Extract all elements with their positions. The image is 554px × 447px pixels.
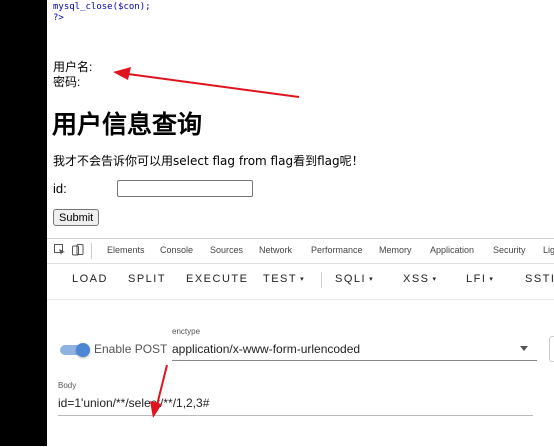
lfi-label: LFI [466, 273, 487, 285]
password-label: 密码: [53, 75, 81, 89]
web-page: mysql_close($con); ?> 用户名: 密码: 用户信息查询 我才… [47, 0, 554, 238]
devtools-panel: Elements Console Sources Network Perform… [47, 238, 554, 447]
body-field[interactable]: id=1'union/**/select/**/1,2,3# [58, 396, 209, 410]
xss-label: XSS [403, 273, 430, 285]
submit-button[interactable]: Submit [53, 209, 100, 226]
lfi-dropdown[interactable]: LFI ▾ [466, 273, 493, 285]
xss-dropdown[interactable]: XSS ▾ [403, 273, 436, 285]
enctype-caption: enctype [172, 327, 201, 336]
tab-network[interactable]: Network [259, 245, 292, 255]
tab-application[interactable]: Application [430, 245, 474, 255]
caret-down-icon: ▾ [489, 276, 493, 283]
devtools-divider [91, 243, 92, 259]
toolbar-divider [321, 272, 322, 288]
left-black-strip [0, 0, 47, 446]
ssti-label: SSTI [525, 273, 554, 285]
sqli-label: SQLI [335, 273, 367, 285]
caret-down-icon: ▾ [300, 276, 304, 283]
php-args: ($con); [112, 2, 151, 12]
dropdown-arrow-icon[interactable] [520, 346, 528, 351]
devtools-tab-bar: Elements Console Sources Network Perform… [47, 239, 554, 264]
toolbar-bottom-border [47, 299, 554, 300]
toggle-knob [76, 343, 90, 357]
id-label: id: [53, 181, 67, 196]
tab-security[interactable]: Security [493, 245, 526, 255]
device-toolbar-icon[interactable] [72, 244, 84, 256]
ssti-dropdown[interactable]: SSTI [525, 273, 554, 285]
side-button[interactable] [549, 336, 554, 362]
tab-performance[interactable]: Performance [311, 245, 363, 255]
body-caption: Body [58, 381, 77, 390]
enable-post-label: Enable POST [94, 342, 168, 356]
test-dropdown[interactable]: TEST ▾ [263, 273, 304, 285]
hackbar-toolbar: LOAD SPLIT EXECUTE TEST ▾ SQLI ▾ XSS ▾ LFI ▾… [47, 264, 554, 294]
caret-down-icon: ▾ [369, 276, 373, 283]
inspect-element-icon[interactable] [54, 244, 66, 256]
enctype-underline [172, 360, 537, 361]
tab-memory[interactable]: Memory [379, 245, 412, 255]
execute-button[interactable]: EXECUTE [186, 273, 248, 285]
id-input[interactable] [117, 180, 253, 197]
enable-post-toggle[interactable] [60, 343, 90, 357]
php-function: mysql_close [53, 2, 113, 12]
tab-sources[interactable]: Sources [210, 245, 243, 255]
tab-elements[interactable]: Elements [107, 245, 145, 255]
body-underline [58, 415, 533, 416]
test-label: TEST [263, 273, 298, 285]
php-code-line: mysql_close($con); [53, 2, 151, 13]
sqli-dropdown[interactable]: SQLI ▾ [335, 273, 373, 285]
caret-down-icon: ▾ [432, 276, 437, 283]
tab-lighthouse[interactable]: Lig [543, 245, 554, 255]
page-title: 用户信息查询 [52, 110, 203, 139]
split-button[interactable]: SPLIT [128, 273, 166, 285]
tab-console[interactable]: Console [160, 245, 193, 255]
hint-text: 我才不会告诉你可以用select flag from flag看到flag呢！ [53, 154, 364, 168]
load-button[interactable]: LOAD [72, 273, 108, 285]
php-close-tag: ?> [53, 13, 64, 23]
enctype-select[interactable]: application/x-www-form-urlencoded [172, 342, 360, 356]
